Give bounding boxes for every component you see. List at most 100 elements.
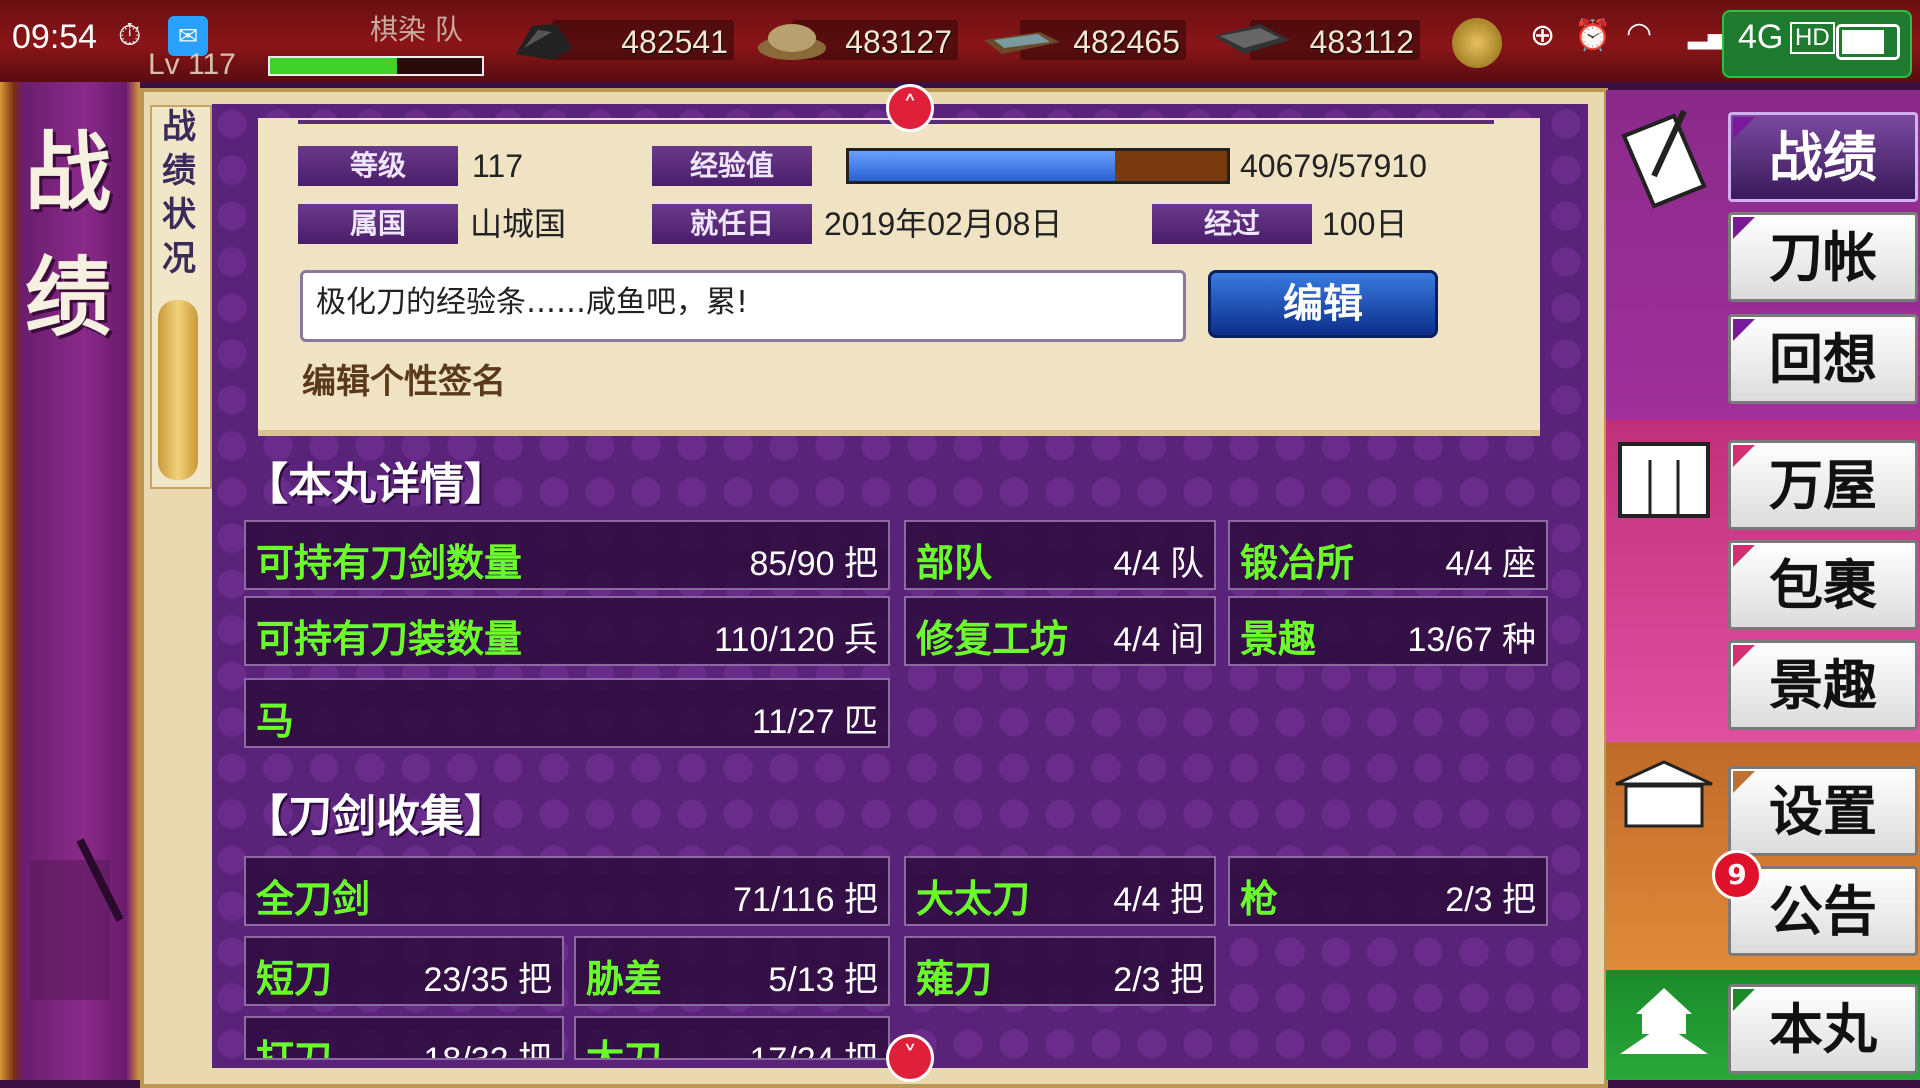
edit-signature-button[interactable]: 编辑 (1208, 270, 1438, 338)
honmaru-section-title: 【本丸详情】 (244, 459, 508, 510)
nav-settings-button[interactable]: 设置 (1728, 766, 1918, 856)
nav-label: 刀帐 (1769, 225, 1877, 289)
nav-label: 万屋 (1769, 453, 1877, 517)
nav-scenery-button[interactable]: 景趣 (1728, 640, 1918, 730)
signature-label: 编辑个性签名 (302, 362, 506, 402)
stat-label: 可持有刀剑数量 (256, 540, 523, 585)
stat-cell: 锻冶所 4/4 座 (1228, 520, 1548, 590)
collection-value: 17/24 把 (749, 1041, 878, 1060)
stat-value: 4/4 间 (1113, 621, 1204, 659)
collection-value: 18/32 把 (423, 1041, 552, 1060)
level-value: 117 (472, 148, 524, 184)
resource-value: 483112 (1309, 24, 1414, 60)
vertical-tab-char: 状 (162, 195, 196, 235)
hd-indicator: HD (1790, 22, 1835, 54)
nav-label: 景趣 (1769, 653, 1877, 717)
collection-label: 太刀 (586, 1036, 663, 1060)
exp-label: 经验值 (652, 146, 812, 186)
charcoal-icon (516, 24, 572, 60)
scroll-up-arrow-icon[interactable]: ˄ (886, 84, 934, 132)
noren-curtain-icon (1618, 442, 1710, 518)
stat-label: 锻冶所 (1240, 540, 1355, 585)
collection-cell: 全刀剑 71/116 把 (244, 856, 890, 926)
collection-value: 71/116 把 (733, 881, 878, 919)
page-title: 战 绩 (18, 110, 118, 360)
collection-value: 23/35 把 (423, 961, 552, 999)
collection-value: 5/13 把 (768, 961, 878, 999)
coin-icon (1452, 18, 1502, 68)
top-status-bar: 09:54 ⏱ ✉ 棋染 队 Lv 117 482541 483127 4824… (0, 0, 1920, 82)
vertical-tab-char: 况 (162, 239, 196, 279)
collection-label: 短刀 (256, 956, 333, 1001)
collection-label: 枪 (1240, 876, 1279, 921)
alarm-icon: ⏰ (1574, 18, 1612, 53)
nav-memories-button[interactable]: 回想 (1728, 314, 1918, 404)
nav-label: 回想 (1769, 327, 1877, 391)
steel-icon (1214, 24, 1290, 54)
whetstone-icon (758, 24, 826, 60)
player-level-bar (268, 56, 484, 76)
stat-cell: 修复工坊 4/4 间 (904, 596, 1216, 666)
stat-cell: 马 11/27 匹 (244, 678, 890, 748)
appointed-label: 就任日 (652, 204, 812, 244)
stat-cell: 景趣 13/67 种 (1228, 596, 1548, 666)
page-title-char: 战 (25, 122, 111, 223)
notebook-icon (1621, 109, 1707, 209)
scroll-decoration-icon (158, 300, 198, 480)
collection-value: 2/3 把 (1445, 881, 1536, 919)
scroll-down-arrow-icon[interactable]: ˅ (886, 1034, 934, 1082)
exp-value: 40679/57910 (1240, 148, 1427, 184)
nav-label: 公告 (1769, 879, 1877, 943)
nav-home-button[interactable]: 本丸 (1728, 984, 1918, 1074)
appointed-value: 2019年02月08日 (824, 206, 1063, 242)
level-label: 等级 (298, 146, 458, 186)
stat-value: 11/27 匹 (751, 703, 878, 741)
collection-cell: 薙刀 2/3 把 (904, 936, 1216, 1006)
nav-shop-button[interactable]: 万屋 (1728, 440, 1918, 530)
stat-cell: 可持有刀装数量 110/120 兵 (244, 596, 890, 666)
collection-label: 打刀 (256, 1036, 333, 1060)
resource-value: 482465 (1073, 24, 1180, 60)
castle-icon (1620, 988, 1708, 1054)
stat-value: 85/90 把 (749, 545, 878, 583)
page-title-char: 绩 (25, 247, 111, 348)
nav-records-button[interactable]: 战绩 (1728, 112, 1918, 202)
clock-time: 09:54 (12, 18, 98, 56)
battery-icon (1836, 24, 1900, 60)
nav-sword-list-button[interactable]: 刀帐 (1728, 212, 1918, 302)
sync-icon: ⊕ (1530, 18, 1556, 53)
resource-value: 483127 (845, 24, 952, 60)
nav-inventory-button[interactable]: 包裹 (1728, 540, 1918, 630)
player-level-label: Lv 117 (148, 48, 236, 81)
notice-board-icon (1615, 760, 1713, 828)
collection-label: 全刀剑 (256, 876, 371, 921)
collection-cell: 胁差 5/13 把 (574, 936, 890, 1006)
resource-whetstone: 483127 (752, 18, 958, 62)
nav-label: 战绩 (1769, 125, 1877, 189)
stat-label: 可持有刀装数量 (256, 616, 523, 661)
elapsed-label: 经过 (1152, 204, 1312, 244)
vertical-tab-char: 战 (162, 107, 196, 147)
collection-cell: 大太刀 4/4 把 (904, 856, 1216, 926)
collection-cell: 打刀 18/32 把 (244, 1016, 564, 1060)
stat-value: 13/67 种 (1407, 621, 1536, 659)
province-label: 属国 (298, 204, 458, 244)
stat-label: 马 (256, 698, 295, 743)
coolant-icon (984, 32, 1060, 54)
exp-bar (846, 148, 1230, 184)
province-value: 山城国 (470, 206, 567, 242)
signature-text: 极化刀的经验条……咸鱼吧，累! (316, 285, 749, 320)
brush-decoration-icon (30, 838, 124, 1000)
stat-cell: 部队 4/4 队 (904, 520, 1216, 590)
nav-label: 本丸 (1769, 997, 1877, 1061)
collection-label: 大太刀 (916, 876, 1031, 921)
player-level-fill (270, 58, 398, 74)
stat-label: 修复工坊 (916, 616, 1069, 661)
stat-value: 4/4 座 (1445, 545, 1536, 583)
nav-label: 设置 (1769, 779, 1877, 843)
stat-label: 景趣 (1240, 616, 1317, 661)
collection-cell: 枪 2/3 把 (1228, 856, 1548, 926)
wifi-icon: ◠ (1626, 16, 1653, 51)
collection-section-title: 【刀剑收集】 (244, 791, 508, 842)
vertical-tab-char: 绩 (162, 151, 196, 191)
